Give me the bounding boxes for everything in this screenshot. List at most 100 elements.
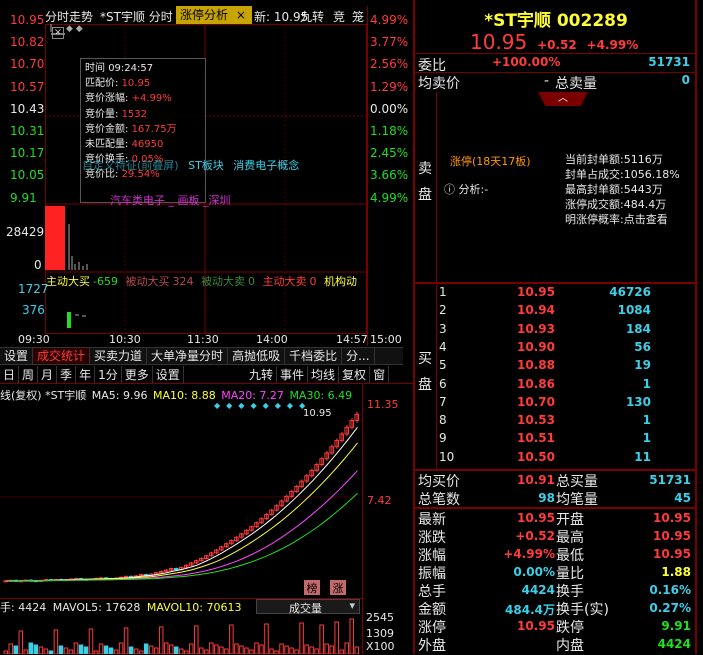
indicator-tab[interactable]: 成交统计 — [33, 348, 91, 364]
bid-volume: 1 — [642, 376, 651, 391]
overlay-sector[interactable]: ST板块 — [188, 159, 224, 172]
ma10-line — [6, 442, 358, 582]
tab-stock-intraday[interactable]: *ST宇顺 分时 — [100, 8, 173, 25]
bid-row[interactable]: 5 10.88 19 — [437, 358, 695, 376]
kvol-bar — [43, 648, 49, 654]
tab-jing[interactable]: 竞 — [333, 8, 345, 25]
badge-zhang[interactable]: 涨 — [330, 580, 346, 595]
price-tick: 10.31 — [10, 124, 45, 138]
bid-volume: 1 — [642, 431, 651, 446]
kvol-bar — [128, 646, 134, 654]
ma10-value: MA10: 8.88 — [153, 389, 216, 402]
indicator-tab[interactable]: 千档委比 — [285, 348, 343, 364]
pct-tick: 0.00% — [370, 101, 409, 116]
bid-row[interactable]: 10 10.50 11 — [437, 450, 695, 468]
tab-jiuzhuan[interactable]: 九转 — [300, 8, 324, 25]
period-button[interactable]: 日 — [0, 366, 20, 383]
kvol-bar — [53, 629, 59, 654]
bid-price: 10.50 — [517, 449, 555, 464]
match-price-label: 匹配价: — [85, 78, 119, 90]
close-x-box[interactable]: × — [52, 27, 64, 39]
period-button[interactable]: 月 — [38, 366, 58, 383]
bid-level: 6 — [439, 376, 447, 391]
indicator-tab[interactable]: 大单净量分时 — [147, 348, 229, 364]
bid-row[interactable]: 8 10.53 1 — [437, 413, 695, 431]
top-tab-bar: 分时走势 *ST宇顺 分时 涨停分析 × 新: 10.95 九转 竞 笼 — [0, 6, 368, 24]
ma-prefix: 线(复权) *ST宇顺 — [0, 389, 87, 402]
kvol-bar — [158, 626, 164, 654]
kvol-bar — [23, 649, 29, 654]
bid-row[interactable]: 2 10.94 1084 — [437, 303, 695, 321]
kline-tool-button[interactable]: 事件 — [277, 366, 309, 383]
bid-row[interactable]: 4 10.90 56 — [437, 340, 695, 358]
kline-tool-button[interactable]: 均线 — [308, 366, 340, 383]
kvol-bar — [143, 643, 149, 654]
concept-overlay[interactable]: 自定义特征(前叠屏) ST板块 消费电子概念 — [82, 157, 299, 173]
kline-tool-button[interactable]: 九转 — [246, 366, 278, 383]
quote-label-2: 最低 — [556, 548, 584, 564]
kline-candle — [123, 575, 129, 578]
overlay-concept[interactable]: 消费电子概念 — [233, 159, 299, 172]
period-button[interactable]: 更多 — [122, 366, 153, 383]
kvol-bar — [314, 648, 319, 654]
bid-volume: 46726 — [609, 285, 651, 299]
analysis-row[interactable]: ⓘ 分析:- — [444, 181, 488, 197]
badge-bang[interactable]: 榜 — [304, 580, 320, 595]
quote-row: 最新 10.95 开盘 10.95 — [416, 509, 695, 528]
weibi-row: 委比 +100.00% 51731 — [416, 55, 694, 74]
period-button[interactable]: 1分 — [95, 366, 122, 383]
kvol-bar — [173, 646, 179, 654]
bid-volume: 184 — [625, 321, 651, 336]
ma20-line — [6, 470, 358, 582]
quote-label-2: 开盘 — [556, 512, 584, 528]
sell-side-label: 卖盘 — [418, 161, 432, 203]
bid-row[interactable]: 7 10.70 130 — [437, 395, 695, 413]
indicator-select[interactable]: 成交量 ▾ — [256, 599, 360, 615]
kvol-bar — [234, 643, 239, 654]
tab-long[interactable]: 笼 — [352, 8, 364, 25]
kvol-bar — [118, 642, 124, 654]
bid-volume: 1084 — [617, 303, 651, 318]
bid-row[interactable]: 9 10.51 1 — [437, 431, 695, 449]
bid-price: 10.88 — [517, 358, 555, 373]
period-button[interactable]: 季 — [57, 366, 77, 383]
pct-tick: 3.77% — [370, 35, 409, 50]
kvol-bar — [63, 647, 69, 654]
summary-label: 均买价 — [418, 474, 460, 490]
indicator-tab[interactable]: 设置 — [0, 348, 34, 364]
bid-row[interactable]: 6 10.86 1 — [437, 377, 695, 395]
kline-axis-top: 11.35 — [367, 398, 399, 411]
limit-stat-value: 1056.18% — [623, 168, 680, 181]
tab-intraday[interactable]: 分时走势 — [45, 8, 93, 25]
bid-row[interactable]: 3 10.93 184 — [437, 322, 695, 340]
period-button[interactable]: 年 — [76, 366, 96, 383]
period-button[interactable]: 设置 — [153, 366, 184, 383]
indicator-tab[interactable]: 高抛低吸 — [228, 348, 286, 364]
period-button[interactable]: 周 — [19, 366, 39, 383]
bid-row[interactable]: 1 10.95 46726 — [437, 285, 695, 303]
pct-tick: 4.99% — [370, 190, 409, 205]
kvol-bar — [209, 642, 214, 654]
auction-info-popup: 时间 09:24:57 匹配价: 10.95 竞价涨幅: +4.99% 竞价量:… — [80, 58, 206, 203]
kline-axis-mid: 7.42 — [367, 494, 392, 507]
indicator-tab[interactable]: 分... — [342, 348, 375, 364]
collapse-button[interactable]: ︿ — [538, 92, 588, 106]
stock-change: +0.52 — [537, 38, 577, 52]
region-overlay[interactable]: 汽车类电子 _ 画板 _深圳 — [110, 192, 231, 208]
flow-axis-bottom: 376 — [22, 303, 45, 317]
stock-title: *ST宇顺 002289 — [484, 11, 628, 31]
kvol-bar — [269, 648, 274, 654]
quote-value-2: 9.91 — [661, 619, 691, 633]
kline-tool-button[interactable]: 复权 — [339, 366, 371, 383]
summary-value: 98 — [538, 491, 555, 505]
tab-limit-analysis[interactable]: 涨停分析 × — [176, 6, 252, 24]
price-tick: 10.05 — [10, 168, 45, 183]
overlay-screen[interactable]: 自定义特征(前叠屏) — [82, 159, 179, 172]
bid-amt-label: 竞价金额: — [85, 123, 129, 135]
close-icon[interactable]: × — [236, 8, 246, 22]
indicator-tab[interactable]: 买卖力道 — [90, 348, 148, 364]
limit-stat-row[interactable]: 明涨停概率:点击查看 — [565, 212, 680, 227]
bid-vol-label: 竞价量: — [85, 108, 119, 120]
quote-label-2: 内盘 — [556, 638, 584, 654]
kline-tool-button[interactable]: 窗 — [370, 366, 390, 383]
